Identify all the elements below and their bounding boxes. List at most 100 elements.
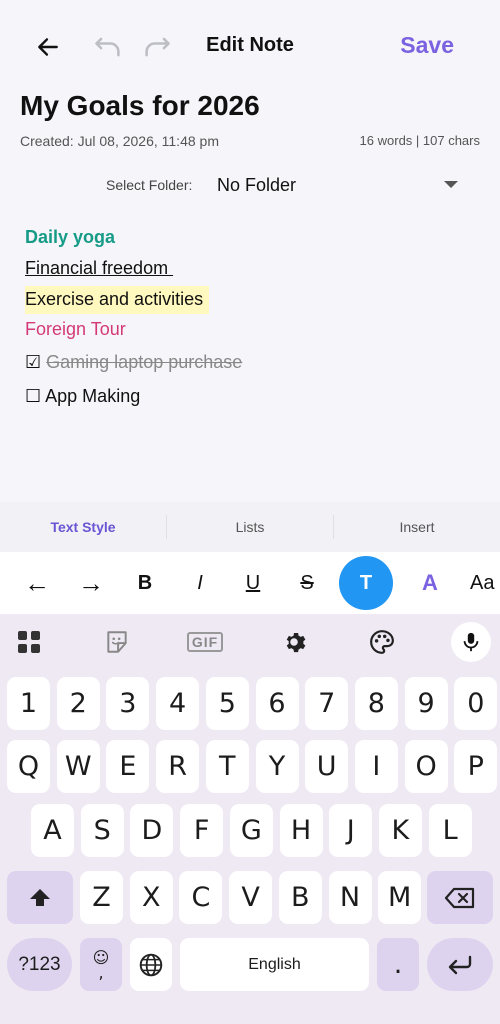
key-a[interactable]: A — [31, 804, 74, 857]
checklist-item-text: Gaming laptop purchase — [46, 352, 243, 372]
checkbox-checked-icon[interactable]: ☑ — [25, 352, 41, 372]
note-line[interactable]: Foreign Tour — [25, 319, 126, 340]
emoji-comma-key[interactable]: ☺ , — [80, 938, 122, 991]
text-size-button[interactable]: Aa — [470, 556, 500, 610]
tab-lists[interactable]: Lists — [167, 515, 334, 539]
key-9[interactable]: 9 — [404, 677, 448, 730]
emoji-comma-label: ☺ , — [93, 949, 110, 982]
key-z[interactable]: Z — [80, 871, 123, 924]
gif-label: GIF — [186, 632, 224, 652]
key-8[interactable]: 8 — [354, 677, 398, 730]
strikethrough-button[interactable]: S — [289, 556, 325, 610]
save-button[interactable]: Save — [400, 32, 454, 59]
created-timestamp: Created: Jul 08, 2026, 11:48 pm — [20, 133, 219, 149]
key-e[interactable]: E — [106, 740, 150, 793]
key-i[interactable]: I — [354, 740, 398, 793]
checklist-item-text: App Making — [45, 386, 141, 406]
note-title[interactable]: My Goals for 2026 — [20, 90, 260, 122]
key-3[interactable]: 3 — [106, 677, 150, 730]
key-o[interactable]: O — [404, 740, 448, 793]
language-key[interactable] — [130, 938, 172, 991]
key-m[interactable]: M — [378, 871, 422, 924]
key-x[interactable]: X — [129, 871, 173, 924]
back-button[interactable] — [28, 27, 68, 67]
checklist-item-unchecked[interactable]: ☐ App Making — [25, 386, 140, 407]
key-l[interactable]: L — [428, 804, 472, 857]
redo-button[interactable] — [137, 27, 177, 67]
key-7[interactable]: 7 — [305, 677, 349, 730]
undo-button[interactable] — [88, 27, 128, 67]
arrow-left-icon — [38, 38, 58, 56]
enter-key[interactable] — [427, 938, 493, 991]
globe-icon — [139, 953, 163, 976]
key-q[interactable]: Q — [7, 740, 50, 793]
italic-button[interactable]: I — [182, 556, 218, 610]
sticker-icon[interactable] — [97, 622, 137, 662]
palette-icon[interactable] — [362, 622, 402, 662]
key-0[interactable]: 0 — [454, 677, 498, 730]
tab-insert[interactable]: Insert — [334, 515, 500, 539]
key-j[interactable]: J — [329, 804, 373, 857]
mic-svg — [463, 632, 479, 652]
underline-button[interactable]: U — [235, 556, 271, 610]
key-w[interactable]: W — [56, 740, 100, 793]
apps-grid-svg — [18, 631, 40, 653]
checkbox-unchecked-icon[interactable]: ☐ — [25, 386, 41, 406]
key-g[interactable]: G — [229, 804, 273, 857]
key-4[interactable]: 4 — [156, 677, 200, 730]
enter-arrow-icon — [448, 955, 472, 974]
key-u[interactable]: U — [305, 740, 349, 793]
key-y[interactable]: Y — [255, 740, 299, 793]
soft-keyboard: GIF 1234567890 QWERTYUIOP ASDFGHJKL ZXCVBNM… — [0, 614, 500, 1024]
gif-icon[interactable]: GIF — [185, 622, 225, 662]
space-key[interactable]: English — [180, 938, 369, 991]
backspace-icon — [444, 887, 475, 908]
key-k[interactable]: K — [378, 804, 422, 857]
key-d[interactable]: D — [130, 804, 174, 857]
palette-svg — [370, 630, 394, 654]
note-line[interactable]: Financial freedom — [25, 258, 173, 279]
keyboard-toolbar: GIF — [0, 614, 500, 670]
shift-arrow-icon — [30, 888, 50, 906]
key-6[interactable]: 6 — [255, 677, 299, 730]
folder-selected-value: No Folder — [217, 175, 297, 195]
note-line[interactable]: Exercise and activities — [25, 286, 210, 314]
symbols-key[interactable]: ?123 — [7, 938, 72, 991]
format-tabs: Text Style Lists Insert — [0, 502, 500, 552]
key-r[interactable]: R — [156, 740, 200, 793]
top-app-bar: Edit Note Save — [0, 0, 500, 94]
key-2[interactable]: 2 — [56, 677, 100, 730]
key-s[interactable]: S — [80, 804, 124, 857]
bold-button[interactable]: B — [127, 556, 163, 610]
cursor-right-button[interactable]: → — [73, 556, 109, 610]
cursor-left-button[interactable]: ← — [19, 556, 55, 610]
key-t[interactable]: T — [205, 740, 249, 793]
text-color-button[interactable]: T — [339, 556, 393, 610]
key-5[interactable]: 5 — [205, 677, 249, 730]
key-1[interactable]: 1 — [7, 677, 50, 730]
key-h[interactable]: H — [279, 804, 323, 857]
checklist-item-checked[interactable]: ☑ Gaming laptop purchase — [25, 352, 242, 373]
dropdown-caret-icon — [444, 181, 458, 188]
key-b[interactable]: B — [278, 871, 322, 924]
tab-text-style[interactable]: Text Style — [0, 515, 167, 539]
key-c[interactable]: C — [179, 871, 223, 924]
key-f[interactable]: F — [180, 804, 224, 857]
redo-icon — [145, 37, 170, 57]
backspace-key[interactable] — [427, 871, 493, 924]
apps-grid-icon[interactable] — [9, 622, 49, 662]
format-toolbar: ← → B I U S T A Aa — [0, 552, 500, 614]
key-p[interactable]: P — [454, 740, 498, 793]
key-v[interactable]: V — [229, 871, 273, 924]
sticker-svg — [107, 631, 127, 653]
settings-gear-icon[interactable] — [274, 622, 314, 662]
microphone-icon[interactable] — [451, 622, 491, 662]
comma-label: , — [98, 962, 104, 982]
note-line[interactable]: Daily yoga — [25, 227, 115, 248]
key-n[interactable]: N — [328, 871, 372, 924]
period-key[interactable]: . — [377, 938, 419, 991]
folder-dropdown[interactable]: No Folder — [216, 173, 466, 199]
highlight-button[interactable]: A — [412, 556, 448, 610]
undo-icon — [95, 37, 120, 57]
shift-key[interactable] — [7, 871, 73, 924]
